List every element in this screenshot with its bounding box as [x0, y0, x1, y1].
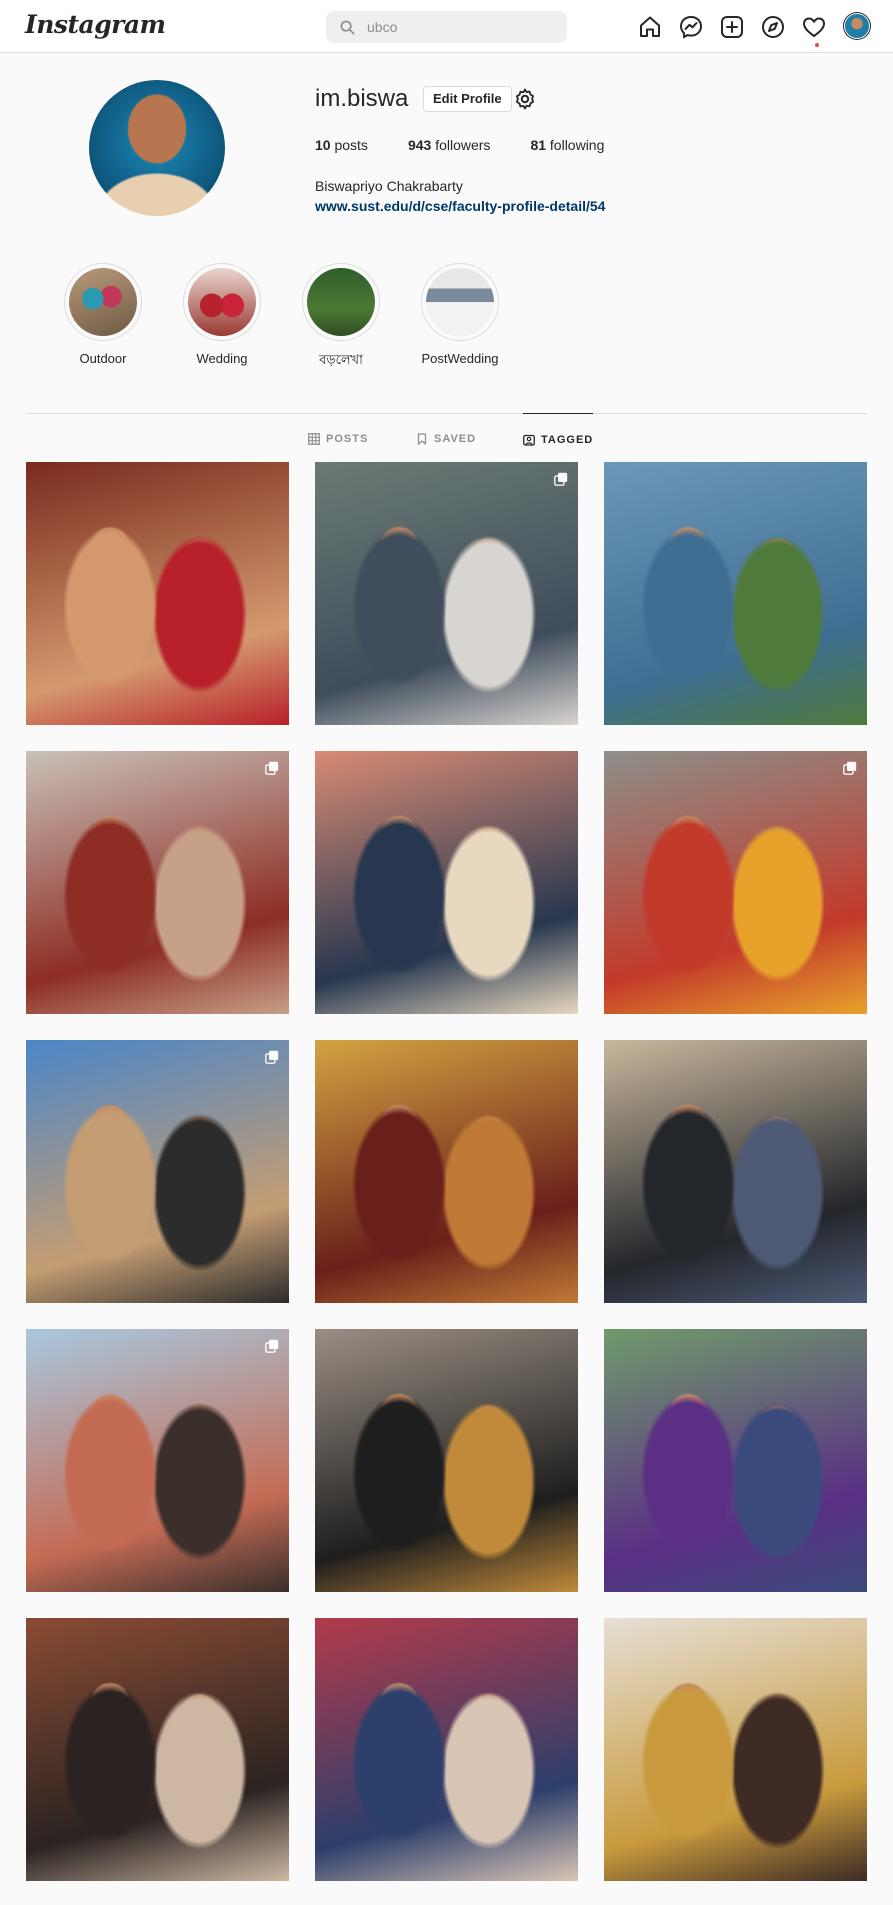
new-post-icon[interactable]	[719, 14, 745, 40]
highlight-ring	[302, 263, 380, 341]
highlight-label: বড়লেখা	[319, 352, 363, 367]
highlight-label: Outdoor	[79, 351, 127, 366]
tab-posts-label: POSTS	[326, 433, 369, 445]
photo-group-at-church[interactable]	[26, 1040, 289, 1303]
posts-label: posts	[334, 137, 368, 153]
grid-icon	[308, 433, 320, 445]
photo-friends-on-beach[interactable]	[26, 1329, 289, 1592]
notification-dot	[815, 43, 819, 47]
posts-count: 10	[315, 137, 331, 153]
photo-two-friends-purple-shirts[interactable]	[604, 1329, 867, 1592]
highlight-barlekha[interactable]: বড়লেখা	[297, 263, 385, 372]
highlight-wedding[interactable]: Wedding	[178, 263, 266, 366]
edit-profile-button[interactable]: Edit Profile	[423, 86, 512, 112]
following-count: 81	[530, 137, 547, 153]
followers-stat[interactable]: 943 followers	[408, 137, 491, 153]
explore-icon[interactable]	[760, 14, 786, 40]
highlight-cover-wedding	[188, 268, 256, 336]
photo-couple-in-flower-field[interactable]	[604, 462, 867, 725]
highlight-outdoor[interactable]: Outdoor	[59, 263, 147, 366]
home-icon[interactable]	[637, 14, 663, 40]
highlight-label: Wedding	[196, 351, 248, 366]
followers-count: 943	[407, 137, 432, 153]
activity-heart-icon[interactable]	[801, 14, 827, 40]
photo-couple-on-swing[interactable]	[604, 751, 867, 1014]
carousel-icon	[843, 761, 857, 775]
tagged-icon	[523, 434, 535, 446]
search-input[interactable]	[365, 18, 549, 36]
profile-picture[interactable]	[89, 80, 225, 216]
settings-gear-icon[interactable]	[513, 87, 537, 111]
highlight-ring	[421, 263, 499, 341]
posts-stat: 10 posts	[315, 137, 368, 153]
search-icon	[340, 20, 355, 34]
tab-posts[interactable]: POSTS	[308, 413, 368, 465]
profile-username: im.biswa	[315, 85, 409, 112]
highlight-cover-postwedding	[426, 268, 494, 336]
photo-wedding-stage-couple[interactable]	[26, 751, 289, 1014]
photo-couple-at-waterfall[interactable]	[315, 462, 578, 725]
following-stat[interactable]: 81 following	[530, 137, 604, 153]
photo-group-selfie-indoors[interactable]	[26, 1618, 289, 1881]
bookmark-icon	[417, 433, 427, 445]
profile-full-name: Biswapriyo Chakrabarty	[315, 178, 463, 194]
highlight-cover-outdoor	[69, 268, 137, 336]
photo-friends-at-cafe[interactable]	[604, 1618, 867, 1881]
highlight-ring	[64, 263, 142, 341]
profile-stats: 10 posts 943 followers 81 following	[315, 137, 644, 153]
photo-family-at-ceremony[interactable]	[315, 1618, 578, 1881]
carousel-icon	[265, 1339, 279, 1353]
tab-saved-label: SAVED	[434, 433, 477, 445]
tab-tagged-label: TAGGED	[541, 433, 594, 446]
instagram-logo[interactable]: Instagram	[25, 10, 166, 39]
photo-selfie-in-car[interactable]	[604, 1040, 867, 1303]
tab-tagged[interactable]: TAGGED	[523, 413, 594, 465]
highlight-label: PostWedding	[421, 351, 499, 366]
highlight-postwedding[interactable]: PostWedding	[416, 263, 504, 366]
search-box[interactable]	[326, 11, 567, 43]
carousel-icon	[265, 761, 279, 775]
highlight-ring	[183, 263, 261, 341]
following-label: following	[549, 137, 605, 153]
tab-saved[interactable]: SAVED	[416, 413, 476, 465]
photo-three-friends-doorway[interactable]	[315, 751, 578, 1014]
messenger-icon[interactable]	[678, 14, 704, 40]
photo-friends-at-restaurant[interactable]	[315, 1040, 578, 1303]
carousel-icon	[554, 472, 568, 486]
top-navigation-bar: Instagram	[0, 0, 893, 53]
highlight-cover-barlekha	[307, 268, 375, 336]
followers-label: followers	[435, 137, 491, 153]
photo-two-friends-sunglasses[interactable]	[315, 1329, 578, 1592]
photo-wedding-couple-portrait[interactable]	[26, 462, 289, 725]
carousel-icon	[265, 1050, 279, 1064]
profile-website-link[interactable]: www.sust.edu/d/cse/faculty-profile-detai…	[315, 198, 605, 214]
profile-avatar[interactable]	[845, 14, 869, 38]
